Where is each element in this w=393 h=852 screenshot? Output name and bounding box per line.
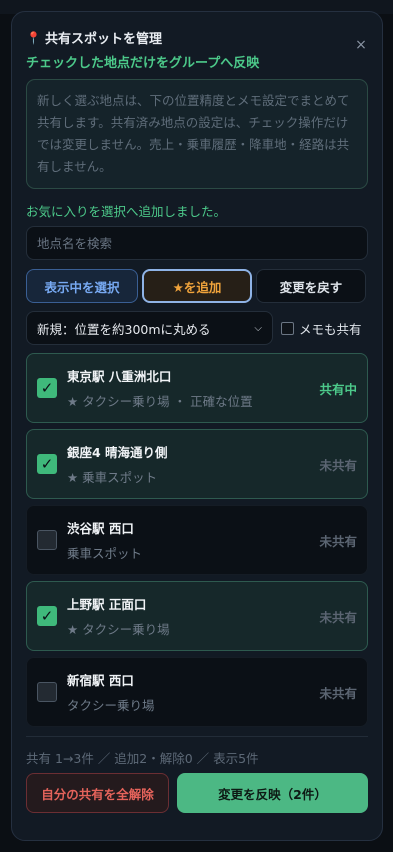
list-item[interactable]: ✓ 銀座4 晴海通り側 ★ 乗車スポット 未共有 bbox=[26, 429, 368, 499]
checkbox-unchecked[interactable] bbox=[37, 682, 57, 702]
summary-text: 共有 1→3件 ／ 追加2・解除0 ／ 表示5件 bbox=[26, 751, 259, 766]
status-badge: 共有中 bbox=[319, 381, 357, 397]
panel-title-text: 共有スポットを管理 bbox=[44, 32, 162, 47]
memo-share-label: メモも共有 bbox=[299, 321, 362, 337]
list-item[interactable]: ✓ 東京駅 八重洲北口 ★ タクシー乗り場 ・ 正確な位置 共有中 bbox=[26, 353, 368, 423]
memo-share-checkbox[interactable] bbox=[281, 321, 294, 335]
settings-row: 新規：位置を約300mに丸める ⌵ メモも共有 bbox=[26, 311, 368, 345]
spot-list: ✓ 東京駅 八重洲北口 ★ タクシー乗り場 ・ 正確な位置 共有中 ✓ 銀座4 … bbox=[26, 353, 368, 733]
status-badge: 未共有 bbox=[319, 685, 357, 701]
unshare-all-button[interactable]: 自分の共有を全解除 bbox=[26, 773, 169, 813]
status-badge: 未共有 bbox=[319, 533, 357, 549]
spot-name: 新宿駅 西口 bbox=[67, 673, 134, 688]
revert-button[interactable]: 変更を戻す bbox=[256, 269, 366, 303]
share-spots-panel: 📍 共有スポットを管理 × チェックした地点だけをグループへ反映 新しく選ぶ地点… bbox=[11, 11, 383, 841]
spot-name: 上野駅 正面口 bbox=[67, 597, 147, 612]
spot-detail: 乗車スポット bbox=[67, 546, 143, 561]
list-item[interactable]: ✓ 上野駅 正面口 ★ タクシー乗り場 未共有 bbox=[26, 581, 368, 651]
spot-name: 東京駅 八重洲北口 bbox=[67, 369, 172, 384]
checkbox-checked[interactable]: ✓ bbox=[37, 606, 57, 626]
precision-select-value: 新規：位置を約300mに丸める bbox=[37, 321, 211, 337]
spot-detail: ★ タクシー乗り場 ・ 正確な位置 bbox=[67, 394, 253, 409]
action-button-row: 表示中を選択 ★を追加 変更を戻す bbox=[26, 269, 368, 303]
precision-select[interactable]: 新規：位置を約300mに丸める ⌵ bbox=[26, 311, 273, 345]
memo-share-toggle[interactable]: メモも共有 bbox=[281, 319, 362, 338]
spot-detail: ★ タクシー乗り場 bbox=[67, 622, 170, 637]
list-item[interactable]: 渋谷駅 西口 乗車スポット 未共有 bbox=[26, 505, 368, 575]
spot-name: 銀座4 晴海通り側 bbox=[67, 445, 168, 460]
apply-changes-button[interactable]: 変更を反映（2件） bbox=[177, 773, 368, 813]
divider bbox=[26, 736, 368, 737]
list-item[interactable]: 新宿駅 西口 タクシー乗り場 未共有 bbox=[26, 657, 368, 727]
spot-name: 渋谷駅 西口 bbox=[67, 521, 134, 536]
checkbox-checked[interactable]: ✓ bbox=[37, 378, 57, 398]
checkbox-checked[interactable]: ✓ bbox=[37, 454, 57, 474]
spot-detail: ★ 乗車スポット bbox=[67, 470, 158, 485]
info-note: 新しく選ぶ地点は、下の位置精度とメモ設定でまとめて共有します。共有済み地点の設定… bbox=[26, 79, 368, 189]
footer-buttons: 自分の共有を全解除 変更を反映（2件） bbox=[26, 773, 368, 813]
add-favorites-button[interactable]: ★を追加 bbox=[142, 269, 252, 303]
status-badge: 未共有 bbox=[319, 457, 357, 473]
panel-subtitle: チェックした地点だけをグループへ反映 bbox=[26, 56, 260, 71]
status-badge: 未共有 bbox=[319, 609, 357, 625]
status-message: お気に入りを選択へ追加しました。 bbox=[26, 204, 227, 219]
checkbox-unchecked[interactable] bbox=[37, 530, 57, 550]
close-icon[interactable]: × bbox=[354, 38, 368, 52]
search-input[interactable] bbox=[26, 226, 368, 260]
spot-detail: タクシー乗り場 bbox=[67, 698, 155, 713]
panel-title: 📍 共有スポットを管理 bbox=[26, 28, 162, 48]
select-visible-button[interactable]: 表示中を選択 bbox=[26, 269, 138, 303]
chevron-down-icon: ⌵ bbox=[254, 322, 262, 334]
pin-icon: 📍 bbox=[26, 30, 41, 45]
